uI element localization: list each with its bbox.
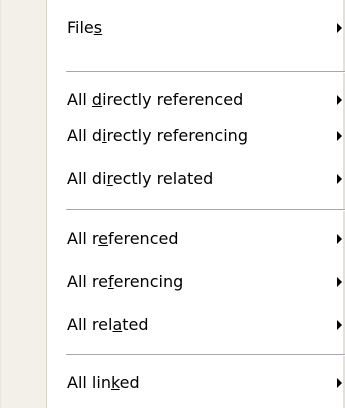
- menu-item-all-directly-related[interactable]: All directly related: [47, 161, 343, 197]
- menu-item-all-referenced[interactable]: All referenced: [47, 221, 343, 257]
- menu-item-label: All directly referencing: [67, 126, 248, 145]
- menu-item-label: Files: [67, 18, 103, 37]
- context-submenu: Files All directly referenced All direct…: [0, 0, 345, 408]
- menu-separator: [66, 354, 345, 356]
- chevron-right-icon: [337, 234, 342, 244]
- menu-icon-gutter: [0, 0, 47, 408]
- menu-item-all-linked[interactable]: All linked: [47, 365, 343, 401]
- menu-item-label: All directly referenced: [67, 90, 244, 109]
- chevron-right-icon: [337, 95, 342, 105]
- chevron-right-icon: [337, 277, 342, 287]
- menu-separator: [66, 71, 345, 73]
- menu-item-files[interactable]: Files: [47, 10, 343, 46]
- menu-item-label: All linked: [67, 373, 140, 392]
- chevron-right-icon: [337, 378, 342, 388]
- menu-item-label: All directly related: [67, 169, 214, 188]
- menu-item-label: All referenced: [67, 229, 179, 248]
- chevron-right-icon: [337, 131, 342, 141]
- menu-item-label: All referencing: [67, 272, 184, 291]
- menu-separator: [66, 209, 345, 211]
- chevron-right-icon: [337, 23, 342, 33]
- menu-left-border: [0, 0, 1, 408]
- menu-item-all-referencing[interactable]: All referencing: [47, 264, 343, 300]
- menu-item-all-directly-referenced[interactable]: All directly referenced: [47, 82, 343, 118]
- menu-item-all-related[interactable]: All related: [47, 307, 343, 343]
- chevron-right-icon: [337, 174, 342, 184]
- menu-item-all-directly-referencing[interactable]: All directly referencing: [47, 118, 343, 154]
- menu-item-label: All related: [67, 315, 149, 334]
- chevron-right-icon: [337, 320, 342, 330]
